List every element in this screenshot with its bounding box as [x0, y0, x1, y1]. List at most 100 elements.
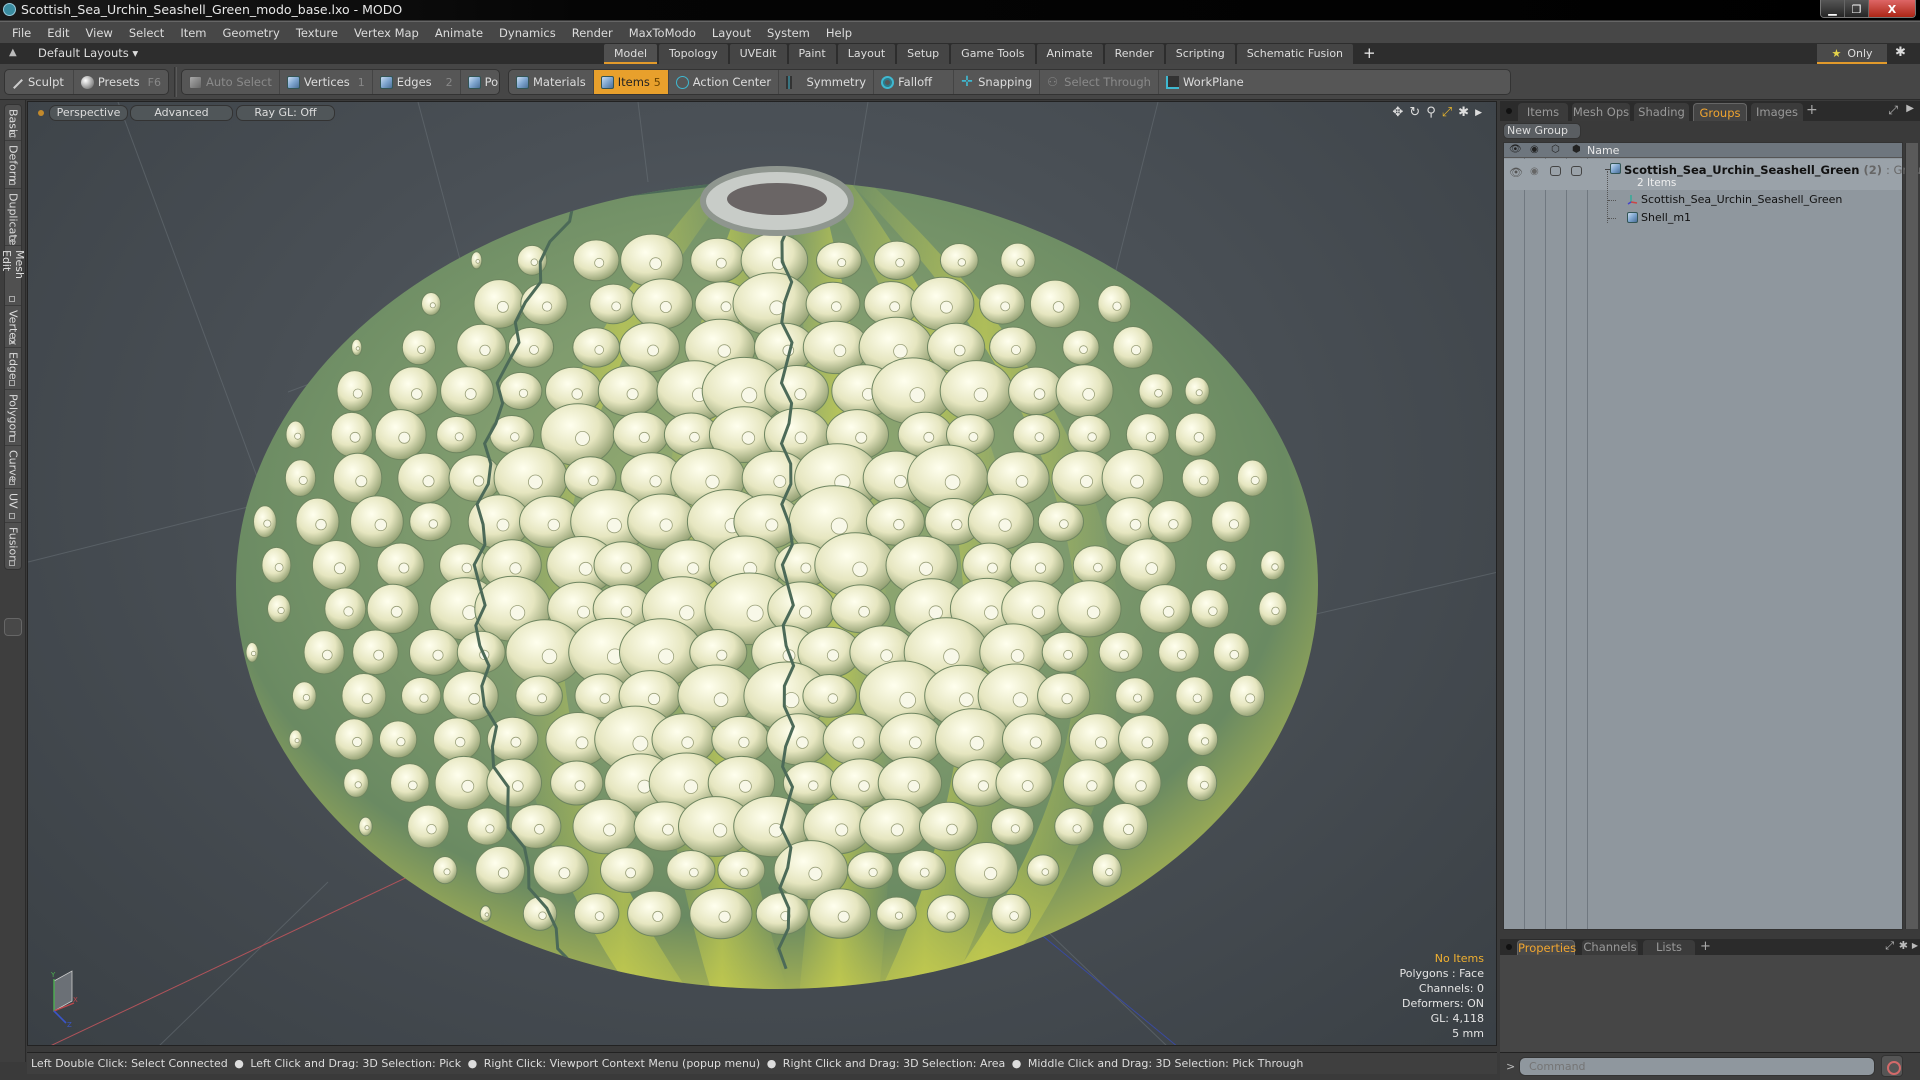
- layout-tab-game-tools[interactable]: Game Tools: [951, 44, 1035, 64]
- add-panel-tab-button[interactable]: +: [1806, 102, 1818, 118]
- tab-lists[interactable]: Lists: [1643, 940, 1695, 955]
- edges-button[interactable]: Edges 2: [373, 70, 461, 94]
- layout-tab-model[interactable]: Model: [604, 44, 658, 64]
- layout-tab-paint[interactable]: Paint: [788, 44, 836, 64]
- action-center-button[interactable]: Action Center: [669, 70, 780, 94]
- tab-groups[interactable]: Groups: [1693, 103, 1747, 121]
- tab-channels[interactable]: Channels: [1582, 940, 1638, 955]
- select-through-button[interactable]: ⚇ Select Through: [1040, 70, 1159, 94]
- panel-gear-icon[interactable]: ✱: [1899, 939, 1908, 952]
- menu-render[interactable]: Render: [564, 26, 621, 40]
- auto-select-button[interactable]: Auto Select: [182, 70, 280, 94]
- view-mode-button[interactable]: Perspective: [49, 105, 128, 121]
- vtab-mesh-edit[interactable]: Mesh Edit: [0, 246, 26, 306]
- viewport-more-arrow-icon[interactable]: ▶: [1475, 105, 1482, 121]
- visibility-toggle-icon[interactable]: 👁: [1509, 166, 1523, 179]
- lock-toggle[interactable]: [1550, 166, 1561, 176]
- maximize-panel-icon[interactable]: ⤢: [1888, 103, 1898, 118]
- layout-tab-topology[interactable]: Topology: [659, 44, 728, 64]
- zoom-icon[interactable]: ⚲: [1426, 105, 1436, 121]
- layout-tab-animate[interactable]: Animate: [1036, 44, 1103, 64]
- layout-tab-schematic-fusion[interactable]: Schematic Fusion: [1236, 44, 1354, 64]
- extra-tab-button[interactable]: [4, 618, 22, 636]
- menu-view[interactable]: View: [78, 26, 121, 40]
- add-layout-tab-button[interactable]: +: [1355, 44, 1384, 64]
- vtab-uv[interactable]: UV: [5, 489, 21, 523]
- rotate-icon[interactable]: ↻: [1409, 105, 1420, 121]
- symmetry-button[interactable]: Symmetry: [779, 70, 875, 94]
- pan-icon[interactable]: ✥: [1392, 105, 1403, 121]
- panel-more-arrow-icon[interactable]: ▶: [1906, 103, 1914, 114]
- command-input[interactable]: [1519, 1057, 1875, 1076]
- menu-dynamics[interactable]: Dynamics: [491, 26, 564, 40]
- panel-menu-dot[interactable]: [1506, 108, 1512, 114]
- viewport-gear-icon[interactable]: ✱: [1458, 105, 1469, 121]
- menu-texture[interactable]: Texture: [288, 26, 346, 40]
- vtab-fusion[interactable]: Fusion: [5, 523, 21, 569]
- panel-menu-dot[interactable]: [1506, 944, 1512, 950]
- tab-images[interactable]: Images: [1751, 103, 1803, 121]
- vtab-deform[interactable]: Deform: [5, 141, 21, 189]
- vtab-polygon[interactable]: Polygon: [5, 390, 21, 446]
- polygons-button[interactable]: Polygons: [461, 70, 499, 94]
- tab-mesh-ops[interactable]: Mesh Ops: [1572, 103, 1630, 121]
- presets-button[interactable]: Presets F6: [74, 70, 168, 94]
- minimize-button[interactable]: ▁: [1821, 0, 1845, 17]
- new-group-button[interactable]: New Group: [1503, 123, 1581, 139]
- default-layouts-dropdown[interactable]: Default Layouts ▾: [38, 46, 138, 60]
- sea-urchin-mesh[interactable]: [234, 149, 1320, 989]
- tree-scrollbar[interactable]: [1905, 143, 1918, 929]
- tree-item-row[interactable]: Shell_m1: [1504, 209, 1902, 227]
- layout-tab-layout[interactable]: Layout: [837, 44, 896, 64]
- menu-vertex-map[interactable]: Vertex Map: [346, 26, 427, 40]
- tab-items[interactable]: Items: [1518, 103, 1568, 121]
- select-column-icon[interactable]: ⬢: [1572, 144, 1581, 155]
- layout-tab-uvedit[interactable]: UVEdit: [729, 44, 787, 64]
- render-toggle-icon[interactable]: ◉: [1530, 166, 1539, 177]
- menu-edit[interactable]: Edit: [39, 26, 77, 40]
- snapping-button[interactable]: ✛ Snapping: [954, 70, 1041, 94]
- layout-tab-render[interactable]: Render: [1104, 44, 1164, 64]
- maximize-panel-icon[interactable]: ⤢: [1885, 939, 1894, 953]
- menu-help[interactable]: Help: [818, 26, 860, 40]
- select-toggle[interactable]: [1571, 166, 1582, 176]
- menu-maxtomodo[interactable]: MaxToModo: [621, 26, 704, 40]
- add-properties-tab-button[interactable]: +: [1700, 939, 1711, 954]
- only-button[interactable]: ★ Only: [1817, 44, 1887, 64]
- menu-geometry[interactable]: Geometry: [215, 26, 288, 40]
- panel-more-arrow-icon[interactable]: ▶: [1912, 941, 1918, 950]
- menu-animate[interactable]: Animate: [427, 26, 491, 40]
- vtab-basic[interactable]: Basic: [5, 105, 21, 141]
- vtab-curve[interactable]: Curve: [5, 446, 21, 489]
- menu-item[interactable]: Item: [172, 26, 214, 40]
- vtab-duplicate[interactable]: Duplicate: [5, 189, 21, 246]
- menu-system[interactable]: System: [759, 26, 818, 40]
- shading-mode-button[interactable]: Advanced: [130, 105, 233, 121]
- record-macro-button[interactable]: [1881, 1055, 1903, 1077]
- tab-properties[interactable]: Properties: [1517, 940, 1576, 955]
- raygl-button[interactable]: Ray GL: Off: [236, 105, 335, 121]
- vtab-edge[interactable]: Edge: [5, 348, 21, 390]
- layout-tab-setup[interactable]: Setup: [897, 44, 950, 64]
- gear-icon[interactable]: ✱: [1895, 45, 1906, 60]
- menu-select[interactable]: Select: [121, 26, 172, 40]
- tab-shading[interactable]: Shading: [1634, 103, 1689, 121]
- viewport-menu-dot[interactable]: [38, 110, 44, 116]
- sculpt-button[interactable]: Sculpt: [5, 70, 74, 94]
- close-button[interactable]: X: [1869, 0, 1915, 17]
- name-column-header[interactable]: Name: [1587, 144, 1619, 157]
- render-column-icon[interactable]: ◉: [1530, 144, 1539, 155]
- collapse-up-icon[interactable]: ▲: [9, 47, 17, 58]
- falloff-button[interactable]: Falloff: [874, 70, 955, 94]
- group-row[interactable]: 👁 ◉ Scottish_Sea_Urchin_Seashell_Green (…: [1504, 159, 1920, 190]
- layout-tab-scripting[interactable]: Scripting: [1165, 44, 1235, 64]
- vtab-vertex[interactable]: Vertex: [5, 306, 21, 348]
- menu-file[interactable]: File: [4, 26, 39, 40]
- workplane-button[interactable]: WorkPlane: [1159, 70, 1251, 94]
- visibility-column-icon[interactable]: 👁: [1509, 144, 1522, 155]
- vertices-button[interactable]: Vertices 1: [280, 70, 373, 94]
- tree-item-row[interactable]: Scottish_Sea_Urchin_Seashell_Green: [1504, 191, 1902, 209]
- materials-button[interactable]: Materials: [509, 70, 594, 94]
- menu-layout[interactable]: Layout: [704, 26, 759, 40]
- 3d-viewport[interactable]: Perspective Advanced Ray GL: Off ✥ ↻ ⚲ ⤢…: [27, 101, 1497, 1046]
